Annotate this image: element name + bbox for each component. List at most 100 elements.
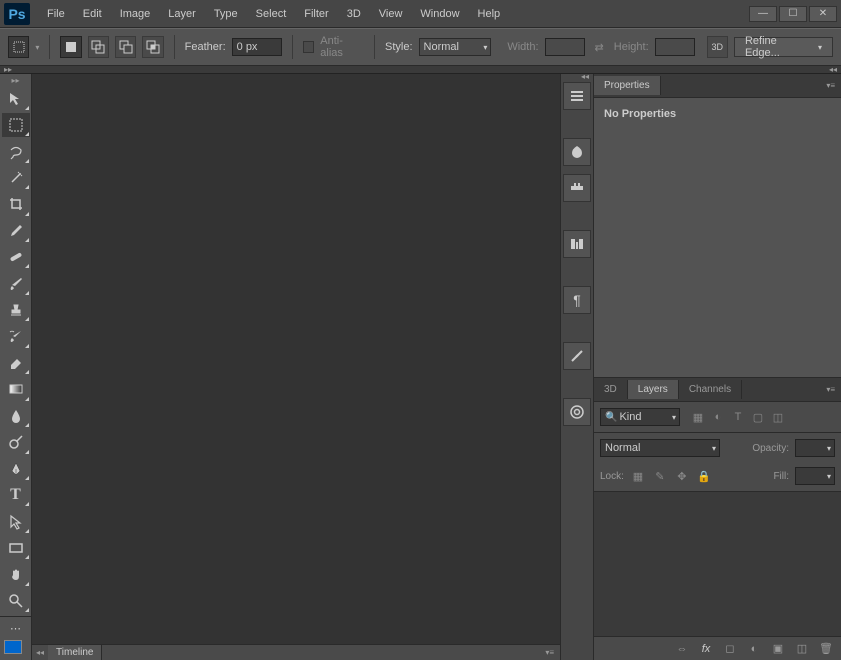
color-swatches[interactable] bbox=[0, 638, 31, 660]
eyedropper-tool[interactable] bbox=[2, 219, 30, 243]
marquee-tool[interactable] bbox=[2, 113, 30, 137]
filter-pixel-icon[interactable]: ▦ bbox=[690, 409, 706, 425]
tool-panel-expand-icon[interactable]: ▸▸ bbox=[0, 76, 31, 85]
antialias-checkbox[interactable] bbox=[303, 41, 315, 53]
libraries-panel-icon[interactable] bbox=[563, 398, 591, 426]
blend-mode-dropdown[interactable]: Normal bbox=[600, 439, 720, 457]
lock-label: Lock: bbox=[600, 471, 624, 482]
intersect-selection-icon[interactable] bbox=[142, 36, 163, 58]
move-tool[interactable] bbox=[2, 86, 30, 110]
filter-type-icon[interactable]: T bbox=[730, 409, 746, 425]
properties-tab[interactable]: Properties bbox=[594, 76, 661, 95]
layers-list[interactable] bbox=[594, 492, 841, 636]
expand-dock-icon[interactable]: ◂◂ bbox=[581, 72, 589, 81]
timeline-tab[interactable]: Timeline bbox=[48, 645, 102, 660]
menu-3d[interactable]: 3D bbox=[338, 4, 370, 24]
healing-tool[interactable] bbox=[2, 245, 30, 269]
shape-tool[interactable] bbox=[2, 536, 30, 560]
menu-window[interactable]: Window bbox=[411, 4, 468, 24]
menu-edit[interactable]: Edit bbox=[74, 4, 111, 24]
lock-all-icon[interactable]: 🔒 bbox=[696, 468, 712, 484]
panel-menu-icon[interactable]: ▾≡ bbox=[539, 648, 560, 657]
edit-toolbar-button[interactable]: ⋯ bbox=[2, 620, 30, 637]
fill-input[interactable] bbox=[795, 467, 835, 485]
foreground-color[interactable] bbox=[4, 640, 22, 654]
menu-view[interactable]: View bbox=[370, 4, 412, 24]
tools-panel-icon[interactable] bbox=[563, 342, 591, 370]
opacity-input[interactable] bbox=[795, 439, 835, 457]
tool-preset-icon[interactable] bbox=[8, 36, 29, 58]
dodge-tool[interactable] bbox=[2, 430, 30, 454]
blur-tool[interactable] bbox=[2, 404, 30, 428]
group-icon[interactable]: ▣ bbox=[771, 642, 785, 656]
gradient-tool[interactable] bbox=[2, 377, 30, 401]
lock-brush-icon[interactable]: ✎ bbox=[652, 468, 668, 484]
canvas[interactable] bbox=[32, 74, 560, 644]
path-select-tool[interactable] bbox=[2, 509, 30, 533]
menu-image[interactable]: Image bbox=[111, 4, 160, 24]
feather-input[interactable] bbox=[232, 38, 282, 56]
wand-icon bbox=[8, 170, 24, 186]
minimize-button[interactable]: — bbox=[749, 6, 777, 22]
menu-file[interactable]: File bbox=[38, 4, 74, 24]
add-selection-icon[interactable] bbox=[88, 36, 109, 58]
brush-tool[interactable] bbox=[2, 271, 30, 295]
filter-smart-icon[interactable]: ◫ bbox=[770, 409, 786, 425]
3d-mode-icon[interactable]: 3D bbox=[707, 36, 728, 58]
layer-mask-icon[interactable]: ◻ bbox=[723, 642, 737, 656]
filter-shape-icon[interactable]: ▢ bbox=[750, 409, 766, 425]
close-button[interactable]: ✕ bbox=[809, 6, 837, 22]
layers-tab[interactable]: Layers bbox=[628, 380, 679, 399]
channels-tab[interactable]: Channels bbox=[679, 380, 742, 399]
crop-tool[interactable] bbox=[2, 192, 30, 216]
type-tool[interactable]: T bbox=[2, 483, 30, 507]
lock-pixels-icon[interactable]: ▦ bbox=[630, 468, 646, 484]
preset-dropdown-icon[interactable]: ▾ bbox=[35, 43, 39, 52]
layer-filter-dropdown[interactable]: 🔍Kind bbox=[600, 408, 680, 426]
collapse-tabs-icon[interactable]: ◂◂ bbox=[829, 65, 837, 74]
new-layer-icon[interactable]: ◫ bbox=[795, 642, 809, 656]
history-brush-tool[interactable] bbox=[2, 324, 30, 348]
layers-header: 3D Layers Channels ▾≡ bbox=[594, 378, 841, 402]
color-panel-icon[interactable] bbox=[563, 138, 591, 166]
3d-tab[interactable]: 3D bbox=[594, 380, 628, 399]
subtract-selection-icon[interactable] bbox=[115, 36, 136, 58]
style-label: Style: bbox=[385, 41, 413, 53]
link-layers-icon[interactable]: ⇔ bbox=[675, 642, 689, 656]
menu-filter[interactable]: Filter bbox=[295, 4, 337, 24]
arrow-icon bbox=[8, 514, 24, 530]
width-input[interactable] bbox=[545, 38, 585, 56]
menu-help[interactable]: Help bbox=[469, 4, 510, 24]
zoom-tool[interactable] bbox=[2, 589, 30, 613]
menu-type[interactable]: Type bbox=[205, 4, 247, 24]
maximize-button[interactable]: ☐ bbox=[779, 6, 807, 22]
collapse-icon[interactable]: ◂◂ bbox=[32, 648, 48, 657]
separator bbox=[292, 35, 293, 59]
adjustment-layer-icon[interactable]: ◐ bbox=[747, 642, 761, 656]
expand-tabs-icon[interactable]: ▸▸ bbox=[4, 65, 12, 74]
adjustments-panel-icon[interactable] bbox=[563, 230, 591, 258]
style-dropdown[interactable]: Normal bbox=[419, 38, 492, 56]
filter-adjust-icon[interactable]: ◐ bbox=[710, 409, 726, 425]
pen-tool[interactable] bbox=[2, 457, 30, 481]
stamp-tool[interactable] bbox=[2, 298, 30, 322]
delete-layer-icon[interactable]: 🗑 bbox=[819, 642, 833, 656]
new-selection-icon[interactable] bbox=[60, 36, 81, 58]
panel-menu-icon[interactable]: ▾≡ bbox=[826, 385, 835, 394]
swap-icon[interactable]: ⇄ bbox=[595, 41, 604, 54]
menu-select[interactable]: Select bbox=[247, 4, 296, 24]
paragraph-panel-icon[interactable]: ¶ bbox=[563, 286, 591, 314]
hand-tool[interactable] bbox=[2, 562, 30, 586]
height-input[interactable] bbox=[655, 38, 695, 56]
panel-menu-icon[interactable]: ▾≡ bbox=[826, 81, 835, 90]
eraser-tool[interactable] bbox=[2, 351, 30, 375]
refine-edge-button[interactable]: Refine Edge...▾ bbox=[734, 37, 833, 57]
lock-position-icon[interactable]: ✥ bbox=[674, 468, 690, 484]
swatches-panel-icon[interactable] bbox=[563, 174, 591, 202]
rectangle-icon bbox=[8, 540, 24, 556]
menu-layer[interactable]: Layer bbox=[159, 4, 205, 24]
layer-fx-icon[interactable]: fx bbox=[699, 642, 713, 656]
magic-wand-tool[interactable] bbox=[2, 166, 30, 190]
lasso-tool[interactable] bbox=[2, 139, 30, 163]
history-panel-icon[interactable] bbox=[563, 82, 591, 110]
